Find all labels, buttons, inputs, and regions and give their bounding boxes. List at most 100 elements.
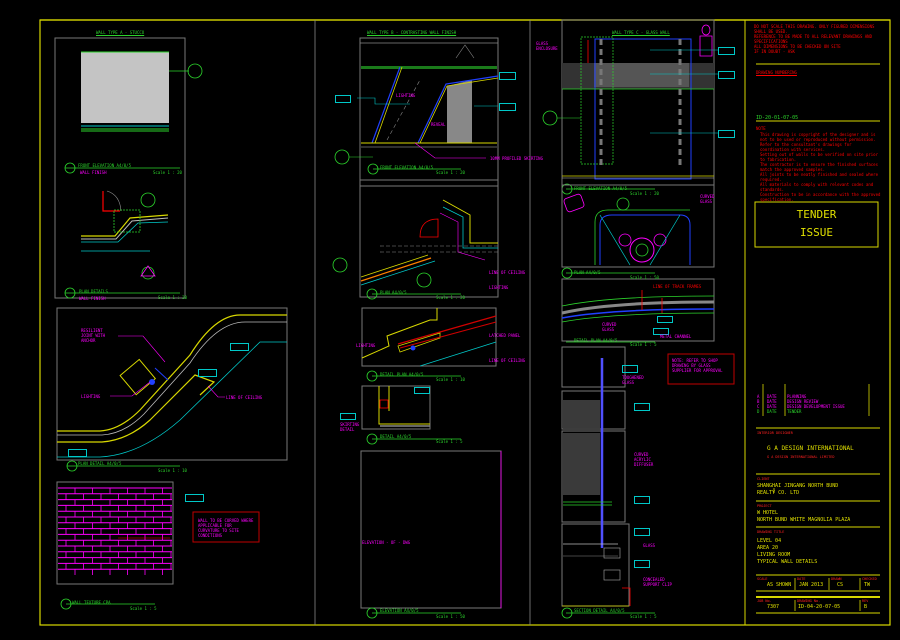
view-front-elevation-a bbox=[54, 37, 203, 299]
view-caption: SECTION DETAIL A4/0/5 bbox=[574, 608, 625, 613]
material-tag[interactable] bbox=[340, 413, 356, 420]
material-tag[interactable] bbox=[634, 560, 650, 568]
view-caption: FRONT ELEVATION A4/0/5 bbox=[380, 165, 433, 170]
notes-title: NOTE bbox=[756, 126, 766, 131]
view-wall-type-b-elevation bbox=[334, 37, 499, 187]
view-scale: Scale 1 : 20 bbox=[153, 170, 182, 175]
view-scale: Scale 1 : 10 bbox=[436, 377, 465, 382]
view-scale: Scale 1 : 20 bbox=[436, 295, 465, 300]
annotation: CURVED GLASS bbox=[700, 194, 715, 204]
view-caption: DETAIL A4/0/5 bbox=[380, 434, 412, 439]
material-tag[interactable] bbox=[634, 403, 650, 411]
material-tag[interactable] bbox=[657, 316, 673, 323]
checked-label: CHECKED bbox=[862, 577, 877, 581]
project-label: PROJECT bbox=[757, 504, 772, 508]
material-tag[interactable] bbox=[499, 103, 516, 111]
view-title: WALL TYPE A - STUCCO bbox=[96, 30, 145, 35]
annotation: LIGHTING bbox=[396, 93, 416, 98]
view-wall-texture bbox=[58, 487, 172, 575]
material-tag[interactable] bbox=[718, 71, 735, 79]
view-scale: Scale 1 : 5 bbox=[630, 614, 657, 619]
material-tag[interactable] bbox=[335, 95, 351, 103]
project-name: W HOTEL NORTH BUND WHITE MAGNOLIA PLAZA bbox=[757, 510, 851, 523]
view-scale: Scale 1 : 10 bbox=[158, 468, 187, 473]
annotation: METAL CHANNEL bbox=[660, 334, 692, 339]
view-scale: Scale 1 : 20 bbox=[630, 191, 659, 196]
view-caption: PLAN A4/0/5 bbox=[380, 290, 407, 295]
drawing-title-label: DRAWING TITLE bbox=[757, 530, 785, 534]
material-tag[interactable] bbox=[499, 72, 516, 80]
view-scale: Scale 1 : 20 bbox=[158, 295, 187, 300]
annotation: REVEAL bbox=[431, 122, 446, 127]
annotation: LINE OF CEILING bbox=[489, 358, 526, 363]
view-scale: Scale 1 : 20 bbox=[436, 170, 465, 175]
firm-name: G A DESIGN INTERNATIONAL bbox=[767, 445, 854, 452]
job-value: 7307 bbox=[767, 604, 780, 610]
material-tag[interactable] bbox=[718, 47, 735, 55]
annotation: CONCEALED SUPPORT CLIP bbox=[643, 577, 672, 587]
annotation: LIGHTING bbox=[81, 394, 101, 399]
view-caption: WALL TEXTURE CPA bbox=[72, 600, 111, 605]
drawn-label: DRAWN bbox=[831, 577, 842, 581]
annotation: CURVED GLASS bbox=[602, 322, 617, 332]
drawing-no-label: DRAWING No. bbox=[797, 599, 821, 603]
drawing-no-value: ID-04-20-07-05 bbox=[798, 604, 841, 610]
material-tag[interactable] bbox=[414, 387, 430, 394]
view-scale: Scale 1 : 5 bbox=[130, 606, 157, 611]
annotation: LIGHTING bbox=[489, 285, 509, 290]
material-tag[interactable] bbox=[68, 449, 87, 457]
annotation: RESILIENT JOINT WITH ANCHOR bbox=[81, 328, 106, 343]
annotation: ELEVATION - OF - DWG bbox=[362, 540, 411, 545]
client-label: CLIENT bbox=[757, 477, 770, 481]
note-text: WALL TO BE CURVED WHERE APPLICABLE FOR C… bbox=[198, 518, 254, 538]
client-name: SHANGHAI JINGANG NORTH BUND REALTY CO. L… bbox=[757, 483, 839, 496]
annotation: CURVED ACRYLIC DIFFUSER bbox=[634, 452, 654, 467]
material-tag[interactable] bbox=[634, 496, 650, 504]
view-caption: PLAN DETAIL A4/0/5 bbox=[78, 461, 122, 466]
annotation: GLASS ENCLOSURE bbox=[536, 41, 558, 51]
view-elevation-blank bbox=[360, 450, 502, 619]
view-scale: Scale 1 : 50 bbox=[630, 275, 659, 280]
rev-value: B bbox=[864, 604, 868, 610]
view-wall-type-b-plan bbox=[332, 179, 499, 300]
material-tag[interactable] bbox=[718, 130, 735, 138]
view-glass-wall-elevation bbox=[542, 19, 718, 195]
view-caption: ELEVATION A4/0/5 bbox=[380, 608, 419, 613]
annotation: LINE OF CEILING bbox=[489, 270, 526, 275]
view-scale: Scale 1 : 50 bbox=[436, 614, 465, 619]
checked-value: TW bbox=[864, 582, 871, 588]
annotation: 10MM PROFILED SKIRTING bbox=[490, 156, 543, 161]
view-scale: Scale 1 : 5 bbox=[630, 342, 657, 347]
drawn-value: CS bbox=[837, 582, 844, 588]
view-skirting-detail bbox=[361, 385, 461, 445]
view-scale: Scale 1 : 5 bbox=[436, 439, 463, 444]
annotation: LIGHTING bbox=[356, 343, 376, 348]
view-caption: DETAIL PLAN A4/0/5 bbox=[380, 372, 424, 377]
annotation: LINE OF TRACK FRAMES bbox=[653, 284, 702, 289]
annotation: GLASS bbox=[643, 543, 656, 548]
material-tag[interactable] bbox=[634, 528, 650, 536]
view-caption: PLAN DETAILS bbox=[79, 289, 108, 294]
scale-label: SCALE bbox=[757, 577, 768, 581]
view-caption: DETAIL PLAN A4/0/5 bbox=[574, 338, 618, 343]
view-title: WALL TYPE C - GLASS WALL bbox=[612, 30, 670, 35]
material-tag[interactable] bbox=[198, 369, 217, 377]
view-subcaption: WALL FINISH bbox=[79, 296, 106, 301]
view-caption: FRONT ELEVATION A4/0/5 bbox=[78, 163, 131, 168]
view-title: WALL TYPE B - CONTRASTING WALL FINISH bbox=[367, 30, 457, 35]
view-subcaption: WALL FINISH bbox=[80, 170, 107, 175]
material-tag[interactable] bbox=[230, 343, 249, 351]
scale-value: AS SHOWN bbox=[767, 582, 792, 588]
view-caption: FRONT ELEVATION A4/0/5 bbox=[574, 186, 627, 191]
tender-issue-stamp: TENDER ISSUE bbox=[796, 208, 837, 239]
material-tag[interactable] bbox=[185, 494, 204, 502]
revision-row: D DATE TENDER bbox=[757, 409, 802, 414]
note-text: NOTE: REFER TO SHOP DRAWING BY GLASS SUP… bbox=[672, 358, 723, 373]
rev-label: REV bbox=[862, 599, 869, 603]
general-notes-header: DO NOT SCALE THIS DRAWING. ONLY FIGURED … bbox=[754, 24, 875, 54]
material-tag[interactable] bbox=[622, 365, 638, 373]
annotation: LINE OF CEILING bbox=[226, 395, 263, 400]
date-value: JAN 2013 bbox=[799, 582, 824, 588]
drawing-numbering: ID-20-01-07-05 bbox=[756, 115, 799, 121]
view-glass-wall-plan bbox=[561, 184, 715, 279]
